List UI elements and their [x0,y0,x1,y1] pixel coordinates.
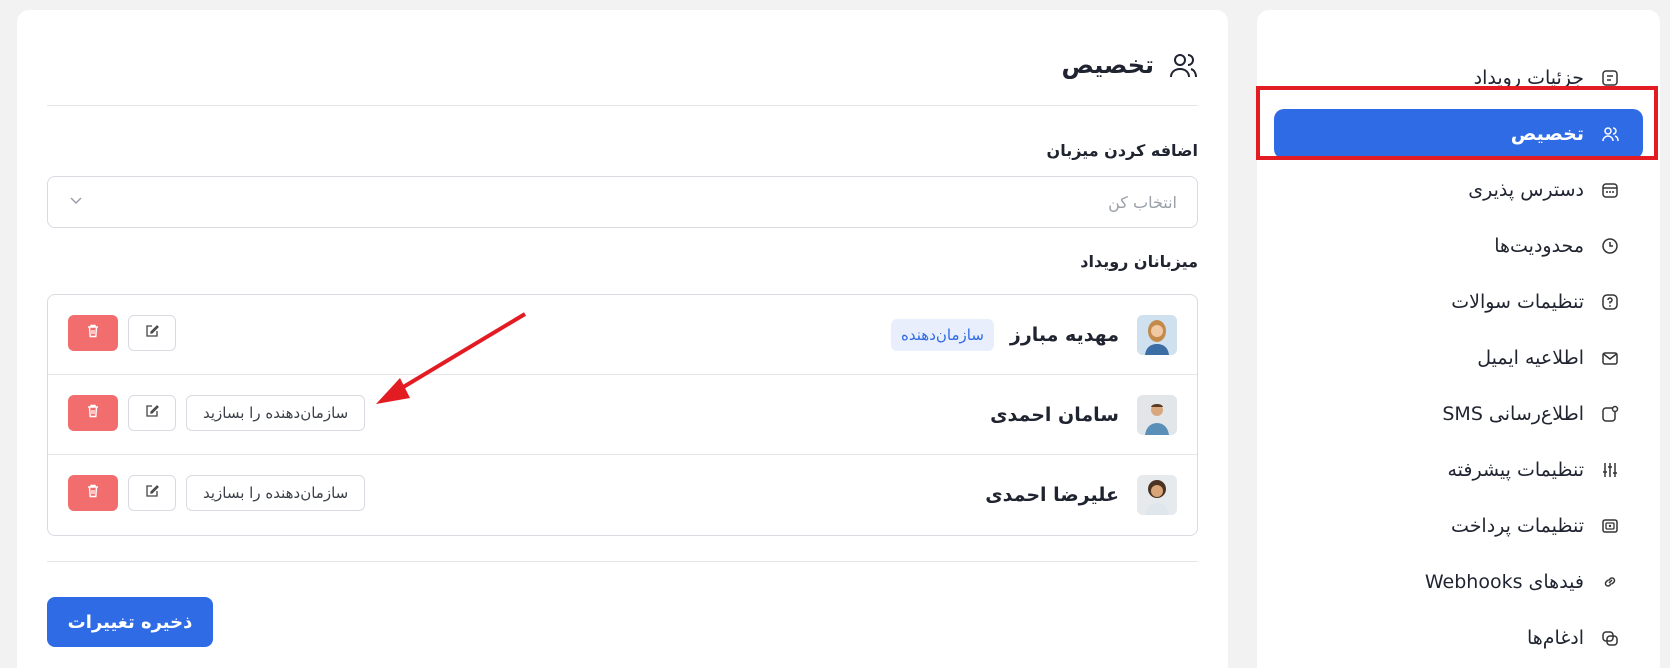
host-name: مهدیه مبارز [1009,323,1119,346]
calendar-note-icon [1600,68,1620,88]
edit-button[interactable] [128,475,176,511]
sidebar-item-limits[interactable]: محدودیت‌ها [1257,218,1660,274]
sidebar-item-label: دسترس پذیری [1468,179,1584,201]
assignment-panel: تخصیص اضافه کردن میزبان انتخاب کن میزبان… [17,10,1228,668]
sidebar-item-assignment[interactable]: تخصیص [1274,109,1643,159]
page-title: تخصیص [1062,50,1199,80]
edit-icon [144,403,160,423]
make-organizer-button[interactable]: سازمان‌دهنده را بسازید [186,475,366,511]
trash-icon [85,483,101,503]
sidebar-item-label: تنظیمات سوالات [1451,291,1584,313]
edit-button[interactable] [128,315,176,351]
delete-button[interactable] [68,315,118,351]
sidebar-item-label: تنظیمات پرداخت [1451,515,1584,537]
organizer-badge: سازمان‌دهنده [891,318,994,351]
integration-icon [1600,628,1620,648]
edit-button[interactable] [128,395,176,431]
sidebar-item-label: تنظیمات پیشرفته [1447,459,1585,481]
select-placeholder: انتخاب کن [1108,192,1177,212]
sidebar-item-email-notification[interactable]: اطلاعیه ایمیل [1257,330,1660,386]
trash-icon [85,403,101,423]
sidebar-item-advanced-settings[interactable]: تنظیمات پیشرفته [1257,442,1660,498]
sidebar-item-label: محدودیت‌ها [1494,235,1584,257]
sidebar-item-availability[interactable]: دسترس پذیری [1257,162,1660,218]
sidebar-item-label: اطلاع‌رسانی SMS [1442,403,1584,425]
make-organizer-button[interactable]: سازمان‌دهنده را بسازید [186,395,366,431]
avatar [1137,475,1177,515]
edit-icon [144,483,160,503]
sidebar-item-label: جزئیات رویداد [1473,67,1584,89]
link-icon [1600,572,1620,592]
avatar [1137,394,1177,435]
trash-icon [85,323,101,343]
row-actions: سازمان‌دهنده را بسازید [68,395,366,431]
sidebar-item-event-details[interactable]: جزئیات رویداد [1257,50,1660,106]
host-row: سامان احمدی سازمان‌دهنده را بسازید [48,375,1197,455]
sidebar-item-label: ادغام‌ها [1526,627,1584,649]
sliders-icon [1600,460,1620,480]
sidebar-item-integrations[interactable]: ادغام‌ها [1257,610,1660,666]
page-title-text: تخصیص [1061,51,1155,79]
host-name: علیرضا احمدی [985,484,1119,506]
host-name: سامان احمدی [990,403,1119,426]
delete-button[interactable] [68,395,118,431]
sidebar-item-webhooks[interactable]: فیدهای Webhooks [1257,554,1660,610]
sidebar-item-question-settings[interactable]: تنظیمات سوالات [1257,274,1660,330]
sidebar-item-label: تخصیص [1510,123,1584,145]
sidebar-item-payment-settings[interactable]: تنظیمات پرداخت [1257,498,1660,554]
chevron-down-icon [68,192,84,212]
avatar [1137,314,1177,355]
mail-icon [1600,348,1620,368]
hosts-label: میزبانان رویداد [1080,252,1198,271]
delete-button[interactable] [68,475,118,511]
row-actions: سازمان‌دهنده را بسازید [68,475,366,511]
payment-icon [1600,516,1620,536]
header-divider [47,105,1198,106]
calendar-icon [1600,180,1620,200]
sidebar-item-sms[interactable]: اطلاع‌رسانی SMS [1257,386,1660,442]
save-button[interactable]: ذخیره تغییرات [47,597,213,647]
clock-icon [1600,236,1620,256]
host-row: علیرضا احمدی سازمان‌دهنده را بسازید [48,455,1197,535]
host-select[interactable]: انتخاب کن [47,176,1198,228]
host-row: مهدیه مبارز سازمان‌دهنده [48,295,1197,375]
settings-sidebar: جزئیات رویداد تخصیص دسترس پذیری محدودیت‌… [1257,10,1660,668]
edit-icon [144,323,160,343]
users-icon [1600,124,1620,144]
hosts-list: مهدیه مبارز سازمان‌دهنده سامان [47,294,1198,536]
users-icon [1168,50,1198,80]
sidebar-item-label: فیدهای Webhooks [1424,571,1584,593]
footer-divider [47,561,1198,562]
sidebar-item-label: اطلاعیه ایمیل [1477,347,1584,369]
question-icon [1600,292,1620,312]
sms-icon [1600,404,1620,424]
row-actions [68,315,176,351]
add-host-label: اضافه کردن میزبان [1046,141,1198,160]
